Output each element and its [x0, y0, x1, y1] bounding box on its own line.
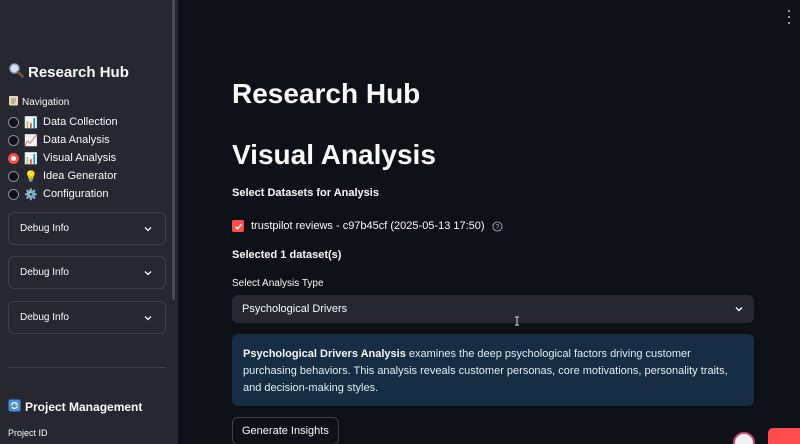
info-box: Psychological Drivers Analysis examines …	[232, 334, 754, 406]
select-datasets-label: Select Datasets for Analysis	[232, 187, 379, 199]
project-id-label: Project ID	[8, 428, 48, 438]
analysis-type-label: Select Analysis Type	[232, 278, 324, 289]
nav-item-idea-generator[interactable]: 💡 Idea Generator	[8, 167, 118, 185]
bar-chart-icon: 📊	[24, 152, 38, 165]
line-chart-icon: 📈	[24, 134, 38, 147]
dataset-checkbox-row[interactable]: trustpilot reviews - c97b45cf (2025-05-1…	[232, 220, 503, 232]
sidebar-scrollbar[interactable]	[172, 0, 175, 300]
clipboard-icon	[8, 95, 19, 109]
radio-button[interactable]	[8, 134, 19, 146]
analysis-type-select[interactable]: Psychological Drivers	[232, 295, 754, 323]
chevron-down-icon	[144, 226, 152, 231]
bar-chart-icon: 📊	[24, 116, 38, 129]
nav-item-data-collection[interactable]: 📊 Data Collection	[8, 113, 118, 131]
avatar[interactable]	[733, 432, 755, 444]
sidebar-title-text: Research Hub	[28, 63, 129, 81]
navigation-label: Navigation	[8, 95, 69, 109]
checkmark-icon	[234, 223, 242, 230]
dataset-label: trustpilot reviews - c97b45cf (2025-05-1…	[251, 220, 485, 232]
nav-item-configuration[interactable]: ⚙️ Configuration	[8, 185, 118, 203]
sidebar: Research Hub Navigation 📊 Data Collectio…	[0, 0, 178, 444]
page-title: Research Hub	[232, 78, 421, 109]
debug-info-expander[interactable]: Debug Info	[8, 256, 166, 289]
chevron-down-icon	[735, 307, 743, 312]
refresh-icon	[8, 399, 21, 415]
navigation-radio-group: 📊 Data Collection 📈 Data Analysis 📊 Visu…	[8, 113, 118, 203]
sidebar-title: Research Hub	[8, 62, 129, 82]
nav-item-visual-analysis[interactable]: 📊 Visual Analysis	[8, 149, 118, 167]
chevron-down-icon	[144, 270, 152, 275]
text-cursor-icon	[515, 316, 519, 326]
radio-button-selected[interactable]	[8, 152, 19, 164]
lightbulb-icon: 💡	[24, 170, 38, 183]
sidebar-divider	[8, 367, 166, 368]
analysis-type-value: Psychological Drivers	[242, 303, 348, 315]
debug-info-expander[interactable]: Debug Info	[8, 212, 166, 245]
nav-item-data-analysis[interactable]: 📈 Data Analysis	[8, 131, 118, 149]
magnifier-icon	[8, 62, 24, 82]
info-bold-text: Psychological Drivers Analysis	[243, 348, 406, 360]
radio-button[interactable]	[8, 116, 19, 128]
radio-button[interactable]	[8, 170, 19, 182]
project-management-heading: Project Management	[8, 399, 142, 415]
main-menu-icon[interactable]	[787, 10, 791, 24]
gear-icon: ⚙️	[24, 188, 38, 201]
help-icon[interactable]: ?	[492, 220, 503, 232]
page-subtitle: Visual Analysis	[232, 139, 436, 170]
selected-count-text: Selected 1 dataset(s)	[232, 249, 342, 261]
dataset-checkbox[interactable]	[232, 220, 244, 232]
chevron-down-icon	[144, 315, 152, 320]
radio-button[interactable]	[8, 188, 19, 200]
floating-action-button[interactable]	[768, 428, 800, 444]
svg-text:?: ?	[495, 224, 499, 231]
debug-info-expander[interactable]: Debug Info	[8, 301, 166, 334]
generate-insights-button[interactable]: Generate Insights	[232, 417, 339, 444]
